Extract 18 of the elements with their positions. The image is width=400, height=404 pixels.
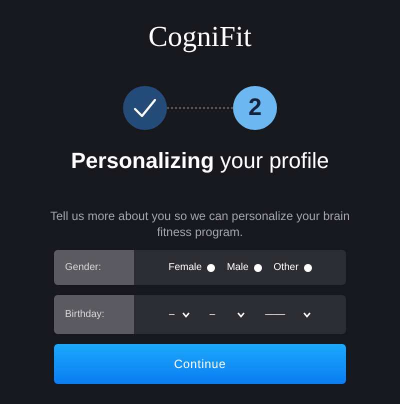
radio-button[interactable]	[304, 264, 312, 272]
chevron-down-icon	[237, 312, 246, 318]
logo: CogniFit	[148, 20, 252, 54]
chevron-down-icon	[303, 312, 312, 318]
step-indicator: 2	[233, 86, 277, 130]
page-title: Personalizing your profile	[71, 148, 329, 174]
radio-option[interactable]: Other	[274, 262, 312, 273]
radio-option[interactable]: Male	[226, 262, 262, 273]
field-label: Gender:	[54, 250, 134, 285]
radio-button[interactable]	[254, 264, 262, 272]
description-text: Tell us more about you so we can personalize your brain fitness program.	[49, 208, 351, 240]
radio-button[interactable]	[206, 264, 215, 272]
dropdown[interactable]: ——	[265, 309, 312, 320]
field-label: Birthday:	[54, 295, 134, 334]
dropdown[interactable]: –	[168, 309, 190, 320]
dropdown[interactable]: –	[210, 309, 246, 320]
chevron-down-icon	[182, 312, 190, 318]
radio-option[interactable]: Female	[168, 262, 215, 273]
